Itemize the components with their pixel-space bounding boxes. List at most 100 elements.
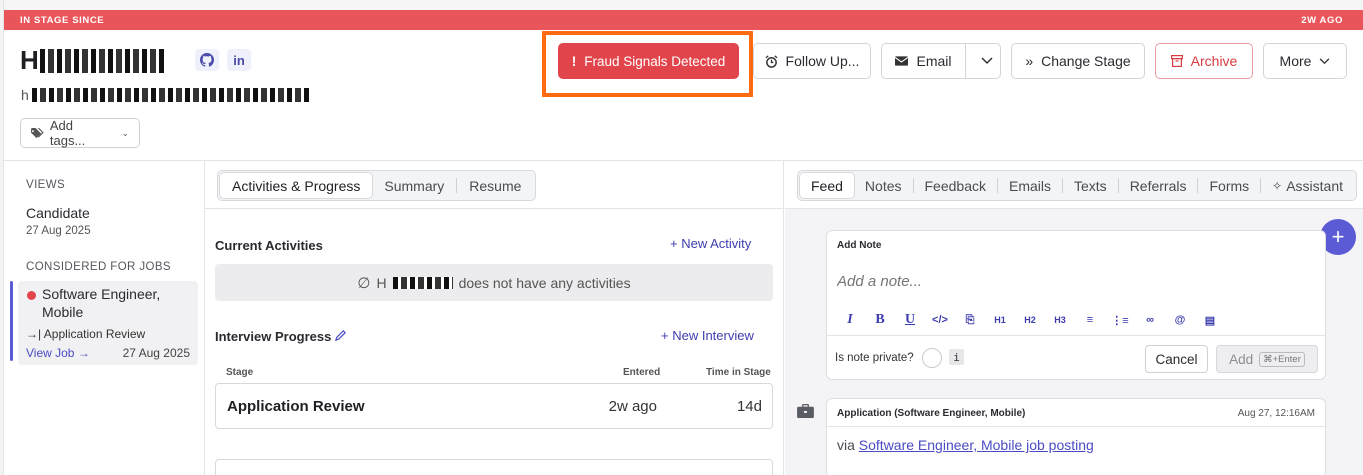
empty-set-icon: ∅ (357, 274, 371, 292)
redacted-name (40, 48, 165, 73)
job-stage: →| Application Review (26, 327, 145, 341)
activities-tabs-row: Activities & Progress Summary Resume (205, 161, 783, 209)
tab-feedback[interactable]: Feedback (914, 173, 997, 198)
considered-jobs-label: CONSIDERED FOR JOBS (26, 261, 171, 273)
follow-up-button[interactable]: Follow Up... (753, 43, 871, 79)
bold-icon[interactable]: B (865, 311, 895, 329)
github-icon[interactable] (195, 49, 219, 71)
application-source: via Software Engineer, Mobile job postin… (837, 437, 1094, 453)
via-label: via (837, 437, 855, 453)
tab-resume[interactable]: Resume (457, 173, 533, 198)
job-date: 27 Aug 2025 (122, 346, 190, 360)
arrow-to-bar-icon: →| (26, 327, 42, 341)
more-button[interactable]: More (1263, 43, 1347, 79)
add-tags-label: Add tags... (49, 118, 86, 148)
envelope-icon (895, 56, 909, 66)
pencil-icon[interactable] (334, 329, 347, 342)
tab-summary[interactable]: Summary (372, 173, 456, 198)
stage-banner-label: IN STAGE SINCE (20, 14, 105, 26)
new-activity-button[interactable]: + New Activity (670, 236, 751, 251)
add-label: Add (1229, 351, 1254, 367)
link-icon[interactable]: ∞ (1135, 311, 1165, 329)
email-button[interactable]: Email (882, 44, 966, 78)
job-card[interactable]: Software Engineer, Mobile →| Application… (18, 281, 198, 365)
tab-texts[interactable]: Texts (1063, 173, 1118, 198)
assistant-label: Assistant (1286, 177, 1344, 194)
note-input[interactable] (837, 273, 1307, 290)
view-date: 27 Aug 2025 (26, 225, 91, 237)
top-gap (4, 0, 1363, 10)
view-name: Candidate (26, 205, 90, 221)
new-interview-button[interactable]: + New Interview (661, 328, 754, 343)
tab-activities-progress[interactable]: Activities & Progress (220, 173, 373, 198)
italic-icon[interactable]: I (835, 311, 865, 329)
candidate-email-initial: h (21, 87, 29, 103)
chevron-down-icon (981, 57, 993, 65)
candidate-email: h (21, 87, 312, 103)
arrow-right-icon: → (77, 346, 90, 360)
change-stage-label: Change Stage (1041, 53, 1131, 69)
more-label: More (1279, 53, 1312, 69)
alarm-clock-icon (765, 54, 778, 68)
job-stage-label: Application Review (43, 327, 146, 341)
tab-assistant[interactable]: ✧ Assistant (1261, 173, 1354, 198)
empty-message-text: does not have any activities (458, 274, 631, 291)
underline-icon[interactable]: U (895, 311, 925, 329)
candidate-name: H (20, 45, 165, 76)
attachment-icon[interactable]: ▤ (1195, 311, 1225, 329)
formatting-toolbar: I B U </> ⎘ H1 H2 H3 ≡ ⋮≡ ∞ @ ▤ (835, 311, 1225, 329)
job-title: Software Engineer, Mobile (42, 286, 161, 320)
archive-button[interactable]: Archive (1155, 43, 1253, 79)
column-time-in-stage: Time in Stage (706, 367, 771, 378)
row-stage: Application Review (227, 397, 365, 415)
ordered-list-icon[interactable]: ≡ (1075, 311, 1105, 329)
plus-icon: + (661, 328, 669, 343)
chevron-down-icon (1320, 57, 1330, 64)
add-shortcut: ⌘+Enter (1259, 351, 1305, 367)
code-block-icon[interactable]: ⎘ (955, 311, 985, 329)
email-dropdown-toggle[interactable] (974, 57, 1000, 65)
tab-referrals[interactable]: Referrals (1119, 173, 1198, 198)
candidate-name-initial: H (20, 45, 39, 75)
view-job-link[interactable]: View Job → (26, 346, 90, 360)
feed-tabs-row: Feed Notes Feedback Emails Texts Referra… (785, 161, 1363, 209)
job-posting-link[interactable]: Software Engineer, Mobile job posting (859, 437, 1094, 453)
info-icon[interactable]: i (949, 349, 964, 365)
mention-icon[interactable]: @ (1165, 311, 1195, 329)
add-note-title: Add Note (837, 240, 882, 251)
private-label: Is note private? (835, 352, 914, 364)
tab-emails[interactable]: Emails (998, 173, 1062, 198)
column-stage: Stage (226, 367, 254, 378)
change-stage-button[interactable]: » Change Stage (1011, 43, 1145, 79)
heading1-icon[interactable]: H1 (985, 311, 1015, 329)
interview-progress-heading: Interview Progress (215, 329, 332, 344)
tab-feed[interactable]: Feed (800, 173, 854, 198)
tab-notes[interactable]: Notes (854, 173, 913, 198)
application-event-title: Application (Software Engineer, Mobile) (837, 408, 1026, 419)
heading3-icon[interactable]: H3 (1045, 311, 1075, 329)
linkedin-icon[interactable]: in (227, 49, 251, 71)
email-button-group: Email (881, 43, 1001, 79)
email-label: Email (916, 53, 952, 69)
heading2-icon[interactable]: H2 (1015, 311, 1045, 329)
tab-forms[interactable]: Forms (1198, 173, 1260, 198)
bullet-list-icon[interactable]: ⋮≡ (1105, 311, 1135, 329)
application-event-time: Aug 27, 12:16AM (1237, 408, 1315, 419)
linkedin-label: in (233, 52, 245, 68)
table-row[interactable]: Application Review 2w ago 14d (215, 383, 773, 429)
cancel-button[interactable]: Cancel (1145, 345, 1208, 373)
add-note-button[interactable]: Add ⌘+Enter (1216, 345, 1318, 373)
code-icon[interactable]: </> (925, 311, 955, 329)
archive-box-icon (1170, 55, 1183, 67)
application-event-header: Application (Software Engineer, Mobile) … (827, 399, 1325, 427)
private-checkbox[interactable] (922, 348, 942, 368)
feed-panel: Feed Notes Feedback Emails Texts Referra… (785, 161, 1363, 475)
view-candidate[interactable]: Candidate 27 Aug 2025 (26, 205, 91, 237)
application-event-card: Application (Software Engineer, Mobile) … (826, 398, 1326, 475)
tag-icon (31, 127, 44, 138)
add-tags-button[interactable]: Add tags... ⌄ (20, 118, 140, 148)
row-time-in-stage: 14d (736, 397, 762, 415)
new-activity-label: New Activity (681, 236, 752, 251)
column-entered: Entered (623, 367, 661, 378)
status-dot (27, 291, 36, 300)
